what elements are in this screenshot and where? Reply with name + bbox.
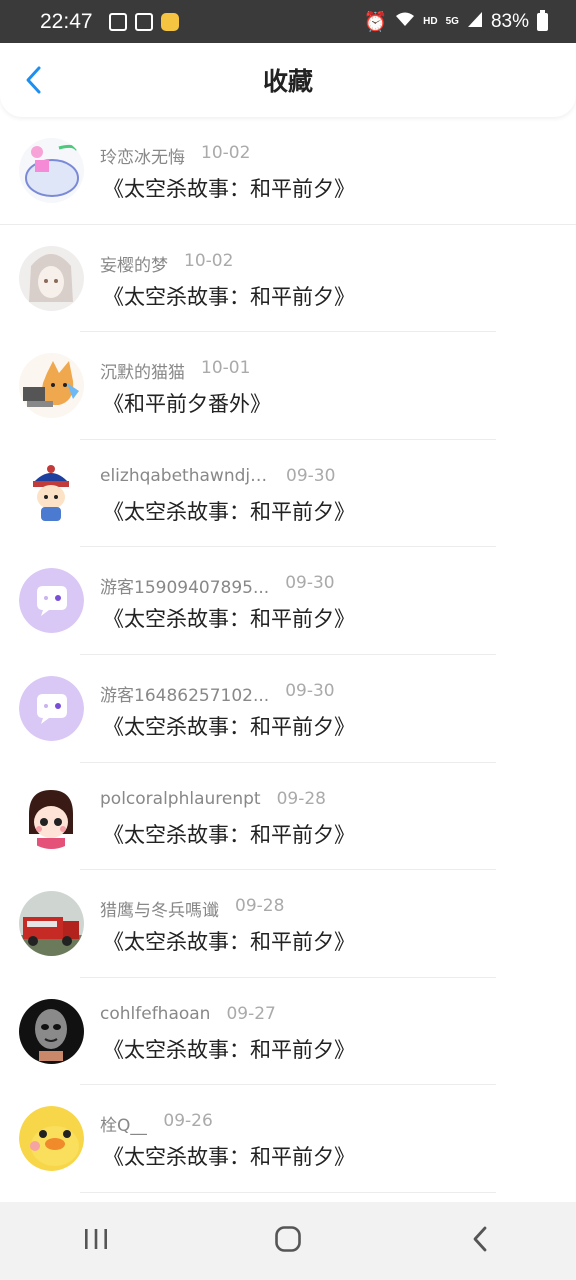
home-button[interactable] xyxy=(258,1211,318,1271)
date: 09-30 xyxy=(285,680,335,701)
list-item[interactable]: 沉默的猫猫 10-01 《和平前夕番外》 xyxy=(0,332,576,440)
avatar xyxy=(19,138,84,203)
date: 09-28 xyxy=(276,788,326,809)
favorite-title: 《太空杀故事：和平前夕》 xyxy=(103,714,355,739)
list-item[interactable]: 栓Q__ 09-26 《太空杀故事：和平前夕》 xyxy=(0,1085,576,1193)
list-item[interactable]: polcoralphlaurenpt 09-28 《太空杀故事：和平前夕》 xyxy=(0,763,576,871)
username: 玲恋冰无悔 xyxy=(100,148,185,168)
battery-icon xyxy=(537,9,548,31)
wifi-icon xyxy=(395,11,415,33)
username: 沉默的猫猫 xyxy=(100,363,185,384)
username: elizhqabethawndja... xyxy=(100,465,270,486)
username: cohlfefhaoan xyxy=(100,1003,211,1024)
list-item[interactable]: 妄樱的梦 10-02 《太空杀故事：和平前夕》 xyxy=(0,225,576,333)
date: 09-27 xyxy=(226,1003,276,1024)
username: 游客15909407895... xyxy=(100,578,270,599)
favorite-title: 《太空杀故事：和平前夕》 xyxy=(103,1037,355,1062)
list-item[interactable]: cohlfefhaoan 09-27 《太空杀故事：和平前夕》 xyxy=(0,978,576,1086)
favorite-title: 《太空杀故事：和平前夕》 xyxy=(103,930,355,955)
app-notification-icon xyxy=(160,12,179,31)
date: 10-02 xyxy=(201,143,251,163)
divider xyxy=(80,1191,496,1193)
date: 10-01 xyxy=(201,358,251,379)
favorite-title: 《太空杀故事：和平前夕》 xyxy=(103,499,355,524)
network-hd-label: HD xyxy=(423,16,438,27)
recents-icon xyxy=(83,1227,109,1255)
favorites-list: 玲恋冰无悔 10-02 《太空杀故事：和平前夕》 妄樱的梦 10-02 《太空杀… xyxy=(0,117,576,1193)
avatar xyxy=(19,353,84,419)
favorite-title: 《太空杀故事：和平前夕》 xyxy=(103,822,355,847)
favorite-title: 《和平前夕番外》 xyxy=(103,392,271,417)
avatar xyxy=(19,675,84,741)
list-item[interactable]: 游客15909407895... 09-30 《太空杀故事：和平前夕》 xyxy=(0,547,576,655)
username: 游客16486257102... xyxy=(100,685,270,706)
username: 栓Q__ xyxy=(100,1116,148,1137)
alarm-icon: ⏰ xyxy=(363,11,388,33)
back-icon xyxy=(471,1225,489,1257)
date: 09-30 xyxy=(285,573,335,594)
favorite-title: 《太空杀故事：和平前夕》 xyxy=(103,284,355,309)
avatar xyxy=(19,568,84,634)
date: 09-28 xyxy=(235,896,285,917)
status-time: 22:47 xyxy=(40,9,93,33)
avatar xyxy=(19,783,84,849)
date: 09-26 xyxy=(163,1111,213,1132)
favorite-title: 《太空杀故事：和平前夕》 xyxy=(103,177,355,201)
favorite-title: 《太空杀故事：和平前夕》 xyxy=(103,1145,355,1170)
username: 妄樱的梦 xyxy=(100,255,168,276)
page-title: 收藏 xyxy=(262,67,313,96)
network-5g-label: 5G xyxy=(445,16,459,27)
username: 猎鹰与冬兵嗎谶 xyxy=(100,901,219,922)
favorite-title: 《太空杀故事：和平前夕》 xyxy=(103,607,355,632)
list-item[interactable]: 游客16486257102... 09-30 《太空杀故事：和平前夕》 xyxy=(0,655,576,763)
chevron-left-icon xyxy=(24,65,42,95)
avatar xyxy=(19,245,84,311)
gallery-icon xyxy=(108,12,127,31)
shield-icon xyxy=(134,12,153,31)
date: 10-02 xyxy=(184,250,234,271)
nav-back-button[interactable] xyxy=(450,1211,510,1271)
back-button[interactable] xyxy=(18,63,48,97)
avatar xyxy=(19,1106,84,1172)
date: 09-30 xyxy=(286,465,336,486)
list-item[interactable]: elizhqabethawndja... 09-30 《太空杀故事：和平前夕》 xyxy=(0,440,576,548)
avatar xyxy=(19,891,84,957)
system-nav-bar xyxy=(0,1202,576,1280)
avatar xyxy=(19,998,84,1064)
list-item[interactable]: 玲恋冰无悔 10-02 《太空杀故事：和平前夕》 xyxy=(0,117,576,225)
signal-icon xyxy=(467,10,483,34)
list-item[interactable]: 猎鹰与冬兵嗎谶 09-28 《太空杀故事：和平前夕》 xyxy=(0,870,576,978)
avatar xyxy=(19,460,84,526)
status-bar: 22:47 ⏰ HD 5G 83% xyxy=(0,0,576,43)
username: polcoralphlaurenpt xyxy=(100,788,261,809)
home-icon xyxy=(274,1225,302,1257)
battery-percent: 83% xyxy=(490,10,529,32)
recents-button[interactable] xyxy=(66,1211,126,1271)
app-header: 收藏 xyxy=(0,43,576,117)
